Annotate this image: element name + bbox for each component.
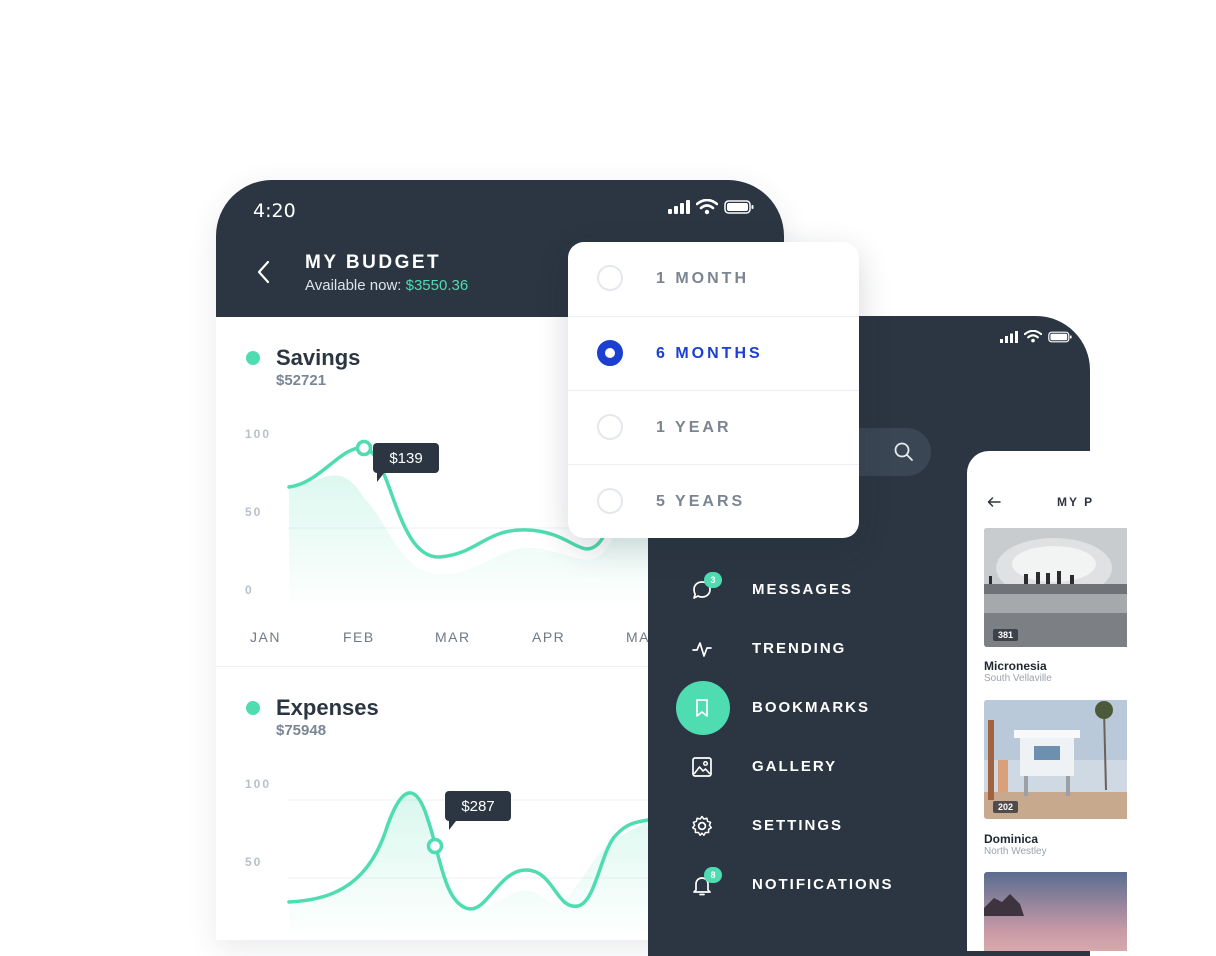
bookmark-icon bbox=[696, 699, 708, 717]
radio-6-months[interactable] bbox=[597, 340, 623, 366]
option-label-5-years: 5 YEARS bbox=[656, 493, 746, 510]
savings-dot bbox=[246, 351, 260, 365]
place-photo-dominica[interactable]: 202 bbox=[984, 700, 1127, 819]
savings-point bbox=[355, 439, 373, 457]
place-photo-micronesia[interactable]: 381 bbox=[984, 528, 1127, 647]
menu-label-messages: MESSAGES bbox=[752, 581, 854, 598]
wifi-icon bbox=[696, 199, 718, 215]
expenses-dot bbox=[246, 701, 260, 715]
period-selector: 1 MONTH 6 MONTHS 1 YEAR 5 YEARS bbox=[568, 242, 859, 538]
menu-label-notifications: NOTIFICATIONS bbox=[752, 876, 894, 893]
menu-item-gallery[interactable]: GALLERY bbox=[648, 740, 948, 794]
menu-item-trending[interactable]: TRENDING bbox=[648, 622, 948, 676]
menu-label-settings: SETTINGS bbox=[752, 817, 844, 834]
places-title: MY P bbox=[1057, 495, 1095, 509]
messages-badge: 3 bbox=[704, 572, 722, 588]
place-name-dominica: Dominica bbox=[984, 832, 1039, 846]
available-balance: Available now: $3550.36 bbox=[305, 277, 468, 294]
place-name-micronesia: Micronesia bbox=[984, 659, 1047, 673]
option-1-year[interactable]: 1 YEAR bbox=[568, 391, 859, 465]
savings-title: Savings bbox=[276, 345, 361, 370]
menu-label-bookmarks: BOOKMARKS bbox=[752, 699, 870, 716]
option-6-months[interactable]: 6 MONTHS bbox=[568, 317, 859, 391]
available-label: Available now: bbox=[305, 277, 402, 294]
option-label-1-month: 1 MONTH bbox=[656, 270, 749, 287]
radio-1-month[interactable] bbox=[597, 265, 623, 291]
dominica-photo-count: 202 bbox=[993, 801, 1019, 813]
menu-status-icons bbox=[1000, 330, 1072, 343]
option-5-years[interactable]: 5 YEARS bbox=[568, 465, 859, 538]
savings-tooltip: $139 bbox=[373, 443, 439, 482]
xtick-jan: JAN bbox=[250, 629, 281, 645]
wifi-icon bbox=[1024, 330, 1042, 343]
xtick-mar: MAR bbox=[435, 629, 471, 645]
places-phone: MY P 381 Micronesia South Vellaville 202… bbox=[967, 451, 1127, 951]
image-icon bbox=[692, 757, 712, 777]
page-title: MY BUDGET bbox=[305, 252, 442, 273]
menu-label-gallery: GALLERY bbox=[752, 758, 838, 775]
place-sub-dominica: North Westley bbox=[984, 846, 1047, 857]
place-sub-micronesia: South Vellaville bbox=[984, 673, 1052, 684]
option-label-6-months: 6 MONTHS bbox=[656, 345, 763, 362]
back-arrow-icon[interactable] bbox=[987, 497, 1001, 507]
xtick-ma: MA bbox=[626, 629, 650, 645]
option-1-month[interactable]: 1 MONTH bbox=[568, 242, 859, 316]
xtick-apr: APR bbox=[532, 629, 566, 645]
savings-value: $52721 bbox=[276, 372, 327, 389]
menu-item-settings[interactable]: SETTINGS bbox=[648, 799, 948, 853]
menu-item-bookmarks[interactable]: BOOKMARKS bbox=[648, 681, 948, 735]
place-photo-third[interactable] bbox=[984, 872, 1127, 951]
expenses-title: Expenses bbox=[276, 695, 379, 720]
radio-1-year[interactable] bbox=[597, 414, 623, 440]
pulse-icon bbox=[692, 642, 712, 657]
menu-label-trending: TRENDING bbox=[752, 640, 847, 657]
expenses-point bbox=[426, 837, 444, 855]
third-place-image bbox=[984, 872, 1127, 951]
menu-item-notifications[interactable]: 8 NOTIFICATIONS bbox=[648, 858, 948, 912]
battery-icon bbox=[1048, 331, 1072, 342]
expenses-tooltip: $287 bbox=[445, 791, 511, 830]
notifications-badge: 8 bbox=[704, 867, 722, 883]
status-time: 4:20 bbox=[253, 200, 296, 222]
option-label-1-year: 1 YEAR bbox=[656, 419, 732, 436]
gear-icon bbox=[691, 815, 713, 836]
battery-icon bbox=[724, 200, 754, 214]
xtick-feb: FEB bbox=[343, 629, 375, 645]
signal-icon bbox=[1000, 330, 1018, 343]
search-icon[interactable] bbox=[894, 442, 914, 462]
status-icons bbox=[668, 199, 754, 215]
radio-5-years[interactable] bbox=[597, 488, 623, 514]
back-chevron-icon[interactable] bbox=[256, 260, 272, 284]
signal-icon bbox=[668, 200, 690, 214]
micronesia-photo-count: 381 bbox=[993, 629, 1019, 641]
menu-item-messages[interactable]: 3 MESSAGES bbox=[648, 563, 948, 617]
available-amount: $3550.36 bbox=[405, 277, 469, 294]
expenses-value: $75948 bbox=[276, 722, 327, 739]
